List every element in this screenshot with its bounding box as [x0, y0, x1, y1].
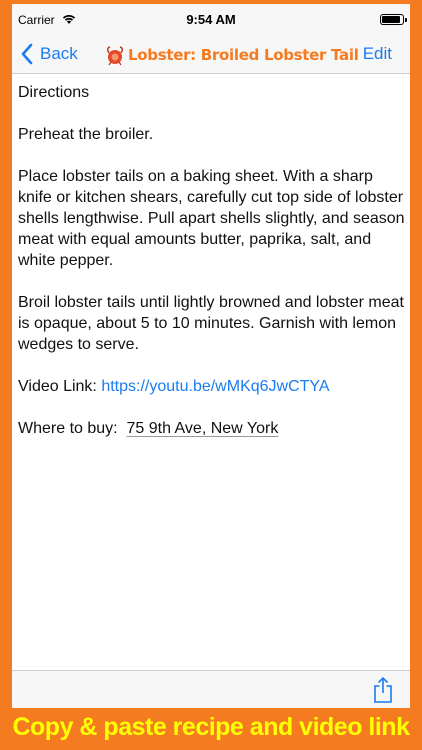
recipe-step: Broil lobster tails until lightly browne… — [18, 294, 404, 353]
store-address-link[interactable]: 75 9th Ave, New York — [127, 420, 279, 437]
recipe-step: Preheat the broiler. — [18, 126, 154, 143]
video-link[interactable]: https://youtu.be/wMKq6JwCTYA — [101, 378, 329, 395]
navigation-bar: Back Lobster: Broiled Lobster Tail Edit — [12, 34, 410, 74]
lobster-icon — [106, 46, 124, 66]
clock: 9:54 AM — [186, 12, 236, 27]
title-text: Lobster: Broiled Lobster Tail — [128, 46, 359, 64]
battery-icon — [380, 14, 407, 25]
edit-button[interactable]: Edit — [363, 44, 392, 64]
chevron-left-icon — [21, 43, 33, 65]
where-to-buy-label: Where to buy: — [18, 420, 127, 437]
page-title: Lobster: Broiled Lobster Tail — [104, 42, 359, 68]
bottom-toolbar — [12, 670, 410, 708]
directions-heading: Directions — [18, 84, 90, 101]
video-link-label: Video Link: — [18, 378, 102, 395]
back-button[interactable]: Back — [20, 42, 78, 66]
promo-caption: Copy & paste recipe and video link — [12, 713, 410, 741]
recipe-step: Place lobster tails on a baking sheet. W… — [18, 168, 405, 269]
share-icon[interactable] — [372, 677, 394, 703]
phone-screen: Carrier 9:54 AM Back Lobster: Broiled Lo… — [12, 4, 410, 708]
where-to-buy-row: Where to buy: 75 9th Ave, New York — [18, 418, 406, 439]
back-label: Back — [40, 44, 78, 63]
recipe-text-view[interactable]: Directions Preheat the broiler. Place lo… — [18, 82, 406, 460]
status-bar: Carrier 9:54 AM — [12, 4, 410, 34]
video-link-row: Video Link: https://youtu.be/wMKq6JwCTYA — [18, 376, 406, 397]
